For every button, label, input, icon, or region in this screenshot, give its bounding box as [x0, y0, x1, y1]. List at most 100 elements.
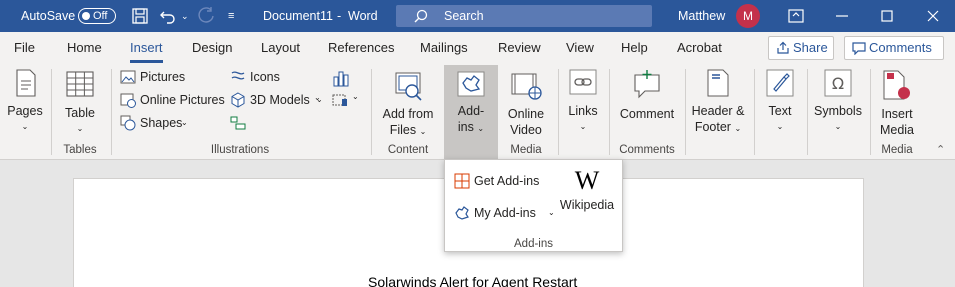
tab-file[interactable]: File — [14, 32, 35, 65]
links-button[interactable]: Links ⌄ — [563, 67, 603, 139]
maximize-icon[interactable] — [877, 6, 897, 26]
comment-button[interactable]: Comment — [615, 67, 679, 139]
comment-label: Comment — [619, 107, 675, 121]
get-addins-icon — [454, 173, 470, 189]
addins-button[interactable]: Add- ins ⌄ — [444, 67, 498, 139]
pictures-label: Pictures — [140, 70, 186, 84]
tab-home[interactable]: Home — [67, 32, 102, 65]
table-label: Table — [65, 106, 95, 120]
chart-icon — [333, 71, 349, 87]
text-label: Text — [768, 104, 792, 118]
online-video-label-2: Video — [510, 123, 542, 137]
tab-view[interactable]: View — [566, 32, 594, 65]
pictures-button[interactable]: Pictures — [120, 67, 220, 87]
screenshot-icon — [332, 94, 347, 106]
comment-bubble-icon — [852, 42, 866, 55]
insert-media-label-2: Media — [879, 123, 915, 137]
text-icon — [766, 69, 794, 97]
share-icon — [777, 41, 789, 54]
comments-button[interactable]: Comments — [844, 36, 944, 60]
share-button[interactable]: Share — [768, 36, 834, 60]
minimize-icon[interactable] — [832, 6, 852, 26]
add-from-files-label-2: Files ⌄ — [389, 123, 427, 137]
shapes-button[interactable]: Shapes ⌄ — [120, 113, 200, 133]
tab-review[interactable]: Review — [498, 32, 541, 65]
wikipedia-label: Wikipedia — [559, 198, 615, 212]
new-comment-icon — [634, 70, 660, 99]
avatar[interactable]: M — [736, 4, 760, 28]
ribbon-tabs: File Home Insert Design Layout Reference… — [0, 32, 955, 65]
icons-button[interactable]: Icons — [230, 67, 290, 87]
tab-layout[interactable]: Layout — [261, 32, 300, 65]
group-divider — [371, 69, 372, 155]
addins-icon — [457, 71, 485, 97]
chevron-down-icon: ⌄ — [579, 122, 587, 131]
collapse-ribbon-icon[interactable]: ⌃ — [936, 143, 945, 156]
document-text[interactable]: Solarwinds Alert for Agent Restart — [368, 274, 577, 287]
my-addins-icon — [455, 206, 469, 220]
tab-help[interactable]: Help — [621, 32, 648, 65]
pictures-icon — [120, 70, 136, 84]
close-icon[interactable] — [923, 6, 943, 26]
text-button[interactable]: Text ⌄ — [760, 67, 800, 139]
toggle-knob — [82, 12, 90, 20]
tab-design[interactable]: Design — [192, 32, 232, 65]
group-divider — [754, 69, 755, 155]
undo-dropdown-icon[interactable]: ⌄ — [181, 0, 189, 32]
chevron-down-icon[interactable]: ⌄ — [314, 93, 321, 102]
search-box[interactable]: Search — [396, 5, 652, 27]
autosave-label: AutoSave — [21, 9, 76, 23]
online-pictures-icon — [120, 93, 136, 108]
group-divider — [685, 69, 686, 155]
share-label: Share — [793, 40, 828, 55]
smartart-button[interactable] — [230, 113, 250, 133]
ribbon-display-options-icon[interactable] — [786, 6, 806, 26]
addins-label-1: Add- — [457, 104, 485, 118]
online-pictures-button[interactable]: Online Pictures — [120, 90, 230, 110]
header-footer-button[interactable]: Header & Footer ⌄ — [689, 67, 747, 139]
comments-label: Comments — [869, 40, 932, 55]
user-name[interactable]: Matthew — [678, 0, 725, 32]
shapes-icon — [120, 115, 136, 131]
save-icon[interactable] — [130, 6, 150, 26]
table-button[interactable]: Table ⌄ — [58, 67, 102, 139]
online-video-button[interactable]: Online Video — [502, 67, 550, 139]
addins-dropdown: Get Add-ins My Add-ins ⌄ W Wikipedia Add… — [444, 159, 623, 252]
tab-acrobat[interactable]: Acrobat — [677, 32, 722, 65]
wikipedia-item[interactable]: W Wikipedia — [557, 166, 617, 216]
undo-icon[interactable] — [158, 6, 178, 26]
group-label-media: Media — [510, 144, 542, 156]
title-bar: AutoSave Off ⌄ ≡ Document11 - Word Searc… — [0, 0, 955, 32]
header-footer-label-1: Header & — [691, 104, 745, 118]
get-addins-item[interactable]: Get Add-ins — [454, 170, 554, 192]
add-from-files-label-1: Add from — [382, 107, 434, 121]
icons-label: Icons — [250, 70, 280, 84]
insert-media-button[interactable]: Insert Media — [874, 67, 920, 139]
my-addins-item[interactable]: My Add-ins ⌄ — [454, 202, 558, 224]
3d-models-label: 3D Models — [250, 93, 310, 107]
tab-references[interactable]: References — [328, 32, 394, 65]
omega-icon: Ω — [824, 69, 852, 97]
pages-button[interactable]: Pages ⌄ — [4, 67, 46, 139]
redo-icon[interactable] — [196, 6, 216, 26]
cube-icon — [231, 92, 245, 108]
search-placeholder: Search — [444, 9, 484, 23]
online-video-icon — [511, 73, 542, 100]
tab-mailings[interactable]: Mailings — [420, 32, 468, 65]
symbols-label: Symbols — [814, 104, 862, 118]
group-label-media-2: Media — [881, 144, 913, 156]
symbols-button[interactable]: Ω Symbols ⌄ — [812, 67, 864, 139]
add-from-files-button[interactable]: Add from Files ⌄ — [378, 67, 438, 139]
screenshot-button[interactable]: ⌄ — [330, 90, 360, 112]
chevron-down-icon: ⌄ — [352, 92, 359, 101]
customize-toolbar-icon[interactable]: ≡ — [228, 0, 234, 32]
app-name: Word — [348, 9, 378, 23]
icons-icon — [231, 71, 245, 80]
svg-text:Ω: Ω — [832, 74, 844, 93]
dropdown-group-label: Add-ins — [514, 238, 553, 250]
chart-button[interactable] — [330, 67, 352, 89]
online-pictures-label: Online Pictures — [140, 93, 225, 107]
chevron-down-icon: ⌄ — [548, 208, 555, 217]
autosave-toggle[interactable]: Off — [78, 8, 116, 24]
tab-insert[interactable]: Insert — [130, 32, 163, 65]
